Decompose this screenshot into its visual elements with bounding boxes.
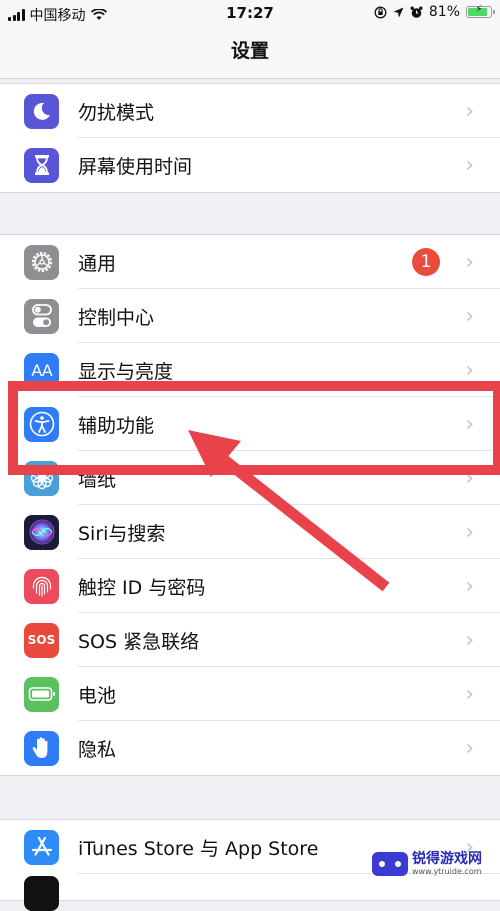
settings-item-touch-id-passcode[interactable]: 触控 ID 与密码 › — [0, 559, 500, 613]
battery-charging-icon: ⚡ — [466, 4, 495, 18]
moon-icon — [24, 93, 59, 129]
fingerprint-icon — [24, 568, 59, 604]
settings-group-1: 勿扰模式 › 屏幕使用时间 › — [0, 83, 500, 193]
settings-item-label: Siri与搜索 — [78, 522, 166, 545]
gear-icon — [24, 244, 59, 280]
status-bar: 中国移动 17:27 81% ⚡ — [0, 0, 500, 28]
chevron-right-icon: › — [465, 411, 474, 437]
text-size-icon: AA — [24, 352, 59, 388]
settings-item-screen-time[interactable]: 屏幕使用时间 › — [0, 138, 500, 192]
settings-item-next[interactable] — [0, 874, 500, 911]
hourglass-icon — [24, 147, 59, 183]
chevron-right-icon: › — [465, 98, 474, 124]
settings-item-label: 屏幕使用时间 — [78, 155, 193, 178]
orientation-lock-icon — [374, 6, 387, 18]
chevron-right-icon: › — [465, 303, 474, 329]
chevron-right-icon: › — [465, 735, 474, 761]
accessibility-icon — [24, 406, 59, 442]
location-icon — [393, 7, 404, 17]
siri-icon — [24, 514, 59, 550]
app-store-icon — [24, 829, 59, 865]
notification-badge: 1 — [412, 248, 440, 276]
settings-item-display-brightness[interactable]: AA 显示与亮度 › — [0, 343, 500, 397]
settings-item-do-not-disturb[interactable]: 勿扰模式 › — [0, 84, 500, 138]
settings-item-battery[interactable]: 电池 › — [0, 667, 500, 721]
settings-item-emergency-sos[interactable]: SOS SOS 紧急联络 › — [0, 613, 500, 667]
settings-item-accessibility[interactable]: 辅助功能 › — [0, 397, 500, 451]
settings-item-label: 显示与亮度 — [78, 360, 174, 383]
chevron-right-icon: › — [465, 681, 474, 707]
chevron-right-icon: › — [465, 249, 474, 275]
settings-item-label: iTunes Store 与 App Store — [78, 837, 319, 860]
settings-item-label: SOS 紧急联络 — [78, 630, 200, 653]
toggles-icon — [24, 298, 59, 334]
watermark-title: 锐得游戏网 — [412, 851, 482, 867]
settings-item-label: 隐私 — [78, 738, 117, 761]
chevron-right-icon: › — [465, 152, 474, 178]
battery-percent: 81% — [428, 4, 460, 20]
settings-item-wallpaper[interactable]: 墙纸 › — [0, 451, 500, 505]
settings-item-label: 墙纸 — [78, 468, 117, 491]
chevron-right-icon: › — [465, 519, 474, 545]
settings-item-privacy[interactable]: 隐私 › — [0, 721, 500, 775]
settings-item-label: 辅助功能 — [78, 414, 155, 437]
battery-icon — [24, 676, 59, 712]
settings-item-label: 通用 — [78, 252, 117, 275]
settings-item-label: 勿扰模式 — [78, 101, 155, 124]
watermark-logo-icon — [372, 852, 408, 876]
watermark: 锐得游戏网 www.ytruide.com — [372, 852, 482, 876]
settings-item-label: 触控 ID 与密码 — [78, 576, 206, 599]
page-title: 设置 — [230, 40, 269, 62]
settings-item-siri-search[interactable]: Siri与搜索 › — [0, 505, 500, 559]
settings-group-2: 通用 1 › 控制中心 › AA 显示与亮度 › 辅助功能 › 墙纸 › Sir… — [0, 234, 500, 776]
chevron-right-icon: › — [465, 465, 474, 491]
chevron-right-icon: › — [465, 357, 474, 383]
nav-bar: 设置 — [0, 28, 500, 79]
watermark-url: www.ytruide.com — [412, 867, 482, 876]
flower-icon — [24, 460, 59, 496]
sos-icon: SOS — [24, 622, 59, 658]
hand-icon — [24, 730, 59, 766]
chevron-right-icon: › — [465, 627, 474, 653]
settings-item-label: 控制中心 — [78, 306, 155, 329]
chevron-right-icon: › — [465, 573, 474, 599]
settings-item-label: 电池 — [78, 684, 117, 707]
alarm-icon — [410, 6, 423, 18]
app-icon — [24, 876, 59, 911]
settings-item-general[interactable]: 通用 1 › — [0, 235, 500, 289]
settings-item-control-center[interactable]: 控制中心 › — [0, 289, 500, 343]
